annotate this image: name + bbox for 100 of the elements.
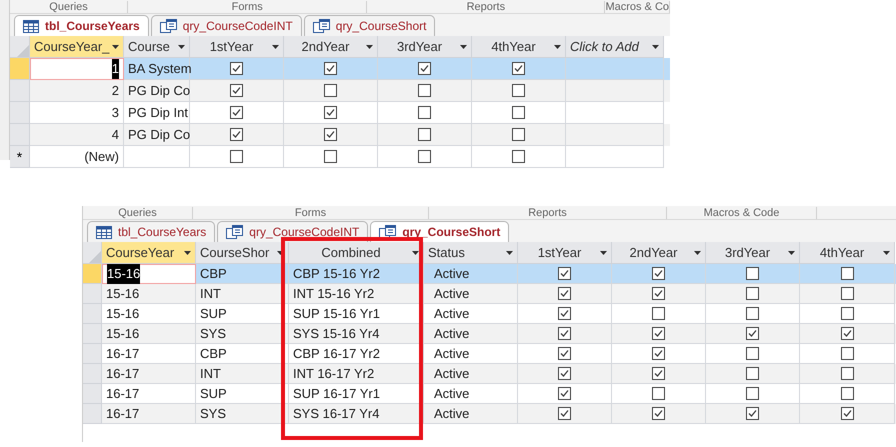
checkbox[interactable] (840, 307, 854, 320)
row-selector[interactable]: * (10, 146, 30, 168)
checkbox[interactable] (512, 128, 525, 141)
column-header[interactable]: 3rdYear (706, 242, 800, 264)
checkbox[interactable] (558, 367, 571, 380)
caret-icon (460, 44, 467, 48)
checkbox[interactable] (746, 387, 759, 400)
checkbox[interactable] (230, 84, 243, 97)
column-header[interactable]: CourseYear (102, 242, 196, 264)
column-header[interactable]: 4thYear (800, 242, 895, 264)
table-row[interactable]: 15-16 CBP CBP 15-16 Yr2 Active (83, 264, 896, 284)
table-cell-text: Active (434, 284, 470, 303)
checkbox[interactable] (746, 267, 759, 280)
checkbox[interactable] (324, 106, 337, 119)
checkbox[interactable] (418, 84, 431, 97)
column-header[interactable]: 2ndYear (612, 242, 706, 264)
checkbox[interactable] (840, 367, 854, 380)
checkbox[interactable] (418, 128, 431, 141)
checkbox[interactable] (418, 150, 431, 163)
checkbox[interactable] (652, 287, 665, 300)
table-cell-text: SYS 15-16 Yr4 (293, 324, 380, 343)
table-cell-text: INT (200, 284, 221, 303)
table-row[interactable]: 16-17 SYS SYS 16-17 Yr4 Active (83, 404, 896, 424)
checkbox[interactable] (840, 347, 854, 360)
checkbox[interactable] (558, 347, 571, 360)
column-header[interactable]: 3rdYear (378, 36, 472, 58)
checkbox[interactable] (558, 327, 571, 340)
column-header[interactable]: CourseYear_ (30, 36, 124, 58)
caret-icon (600, 250, 607, 254)
checkbox[interactable] (512, 106, 525, 119)
column-header[interactable]: CourseShor (196, 242, 289, 264)
checkbox[interactable] (512, 62, 525, 75)
checkbox[interactable] (652, 327, 665, 340)
table-cell-text: 3 (112, 104, 119, 122)
table-row[interactable]: 16-17 INT INT 16-17 Yr2 Active (83, 364, 896, 384)
table-row[interactable]: 2 PG Dip Co (10, 80, 670, 102)
checkbox[interactable] (652, 307, 665, 320)
checkbox[interactable] (652, 387, 665, 400)
checkbox[interactable] (558, 267, 571, 280)
checkbox[interactable] (840, 327, 854, 340)
table-cell-text: SYS (200, 404, 226, 423)
checkbox[interactable] (840, 267, 854, 280)
checkbox[interactable] (652, 267, 665, 280)
checkbox[interactable] (230, 150, 243, 163)
checkbox[interactable] (512, 150, 525, 163)
checkbox[interactable] (840, 287, 854, 300)
caret-icon (506, 250, 513, 254)
checkbox[interactable] (840, 387, 854, 400)
tab[interactable]: qry_CourseShort (370, 221, 510, 242)
table-cell-text: (New) (84, 148, 119, 166)
checkbox[interactable] (558, 407, 571, 420)
table-cell-text: INT 15-16 Yr2 (293, 284, 374, 303)
column-header[interactable]: 1stYear (190, 36, 284, 58)
checkbox[interactable] (746, 307, 759, 320)
section-header: Macros & Code (704, 206, 780, 218)
checkbox[interactable] (230, 62, 243, 75)
checkbox[interactable] (746, 327, 759, 340)
table-row[interactable]: 1 BA System (10, 58, 670, 80)
checkbox[interactable] (324, 62, 337, 75)
table-row[interactable]: 15-16 SYS SYS 15-16 Yr4 Active (83, 324, 896, 344)
caret-icon (272, 44, 279, 48)
column-header[interactable]: Click to Add (566, 36, 664, 58)
table-cell-text: 16-17 (106, 344, 140, 363)
column-header[interactable]: Course (124, 36, 190, 58)
checkbox[interactable] (230, 128, 243, 141)
table-row[interactable]: 15-16 INT INT 15-16 Yr2 Active (83, 284, 896, 304)
checkbox[interactable] (558, 307, 571, 320)
checkbox[interactable] (746, 367, 759, 380)
tab[interactable]: qry_CourseShort (304, 15, 436, 36)
column-header[interactable]: 2ndYear (284, 36, 378, 58)
column-header[interactable]: 1stYear (518, 242, 612, 264)
checkbox[interactable] (652, 347, 665, 360)
caret-icon (178, 44, 185, 48)
checkbox[interactable] (840, 407, 854, 420)
checkbox[interactable] (652, 367, 665, 380)
checkbox[interactable] (324, 84, 337, 97)
checkbox[interactable] (746, 287, 759, 300)
checkbox[interactable] (418, 62, 431, 75)
query-icon (160, 19, 177, 33)
table-row[interactable]: 16-17 SUP SUP 16-17 Yr1 Active (83, 384, 896, 404)
table-row[interactable]: 15-16 SUP SUP 15-16 Yr1 Active (83, 304, 896, 324)
checkbox[interactable] (512, 84, 525, 97)
tab[interactable]: tbl_CourseYears (87, 221, 216, 242)
column-header[interactable]: Status (424, 242, 518, 264)
checkbox[interactable] (418, 106, 431, 119)
checkbox[interactable] (746, 407, 759, 420)
checkbox[interactable] (558, 387, 571, 400)
tab[interactable]: qry_CourseCodeINT (150, 15, 302, 36)
table-row[interactable]: 16-17 CBP CBP 16-17 Yr2 Active (83, 344, 896, 364)
tab[interactable]: tbl_CourseYears (14, 15, 149, 36)
checkbox[interactable] (558, 287, 571, 300)
checkbox[interactable] (652, 407, 665, 420)
checkbox[interactable] (324, 128, 337, 141)
checkbox[interactable] (324, 150, 337, 163)
table-cell-text: 4 (112, 126, 119, 144)
column-header[interactable]: Combined (289, 242, 424, 264)
table-row[interactable]: 4 PG Dip Co (10, 124, 670, 146)
checkbox[interactable] (746, 347, 759, 360)
column-header[interactable]: 4thYear (472, 36, 566, 58)
checkbox[interactable] (230, 106, 243, 119)
